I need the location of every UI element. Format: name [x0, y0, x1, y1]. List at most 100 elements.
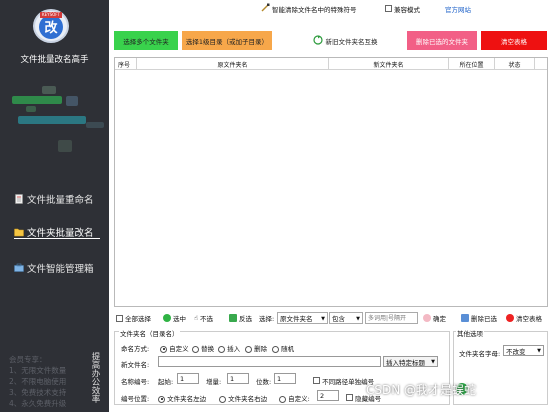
- clean-special-label: 智能清除文件名中的特殊符号: [272, 5, 357, 14]
- blurred-block: [66, 96, 78, 106]
- condition-select-value: 包含: [332, 315, 345, 323]
- clear-table-label: 清空表格: [516, 315, 542, 323]
- member-line: 1、无限文件数量: [9, 366, 67, 375]
- pos-right-radio[interactable]: 文件夹名右边: [219, 393, 267, 403]
- start-input[interactable]: 1: [177, 373, 199, 384]
- mode-random-radio[interactable]: 随机: [272, 343, 294, 353]
- invert-label: 反选: [239, 315, 252, 323]
- swap-names-label: 新旧文件夹名互换: [325, 37, 378, 46]
- clean-special-link[interactable]: 智能清除文件名中的特殊符号: [261, 3, 357, 14]
- other-options-title: 其他选项: [456, 328, 484, 338]
- blurred-block: [26, 106, 36, 112]
- check-icon: [163, 314, 171, 322]
- member-line: 2、不限电脑使用: [9, 377, 67, 386]
- select-label: 选中: [173, 315, 186, 323]
- invert-button[interactable]: 反选: [229, 312, 252, 324]
- mode-delete-radio[interactable]: 删除: [245, 343, 267, 353]
- confirm-icon: [423, 314, 431, 322]
- sidebar: 改 KEYSOFT 文件批量改名高手 文件批量重命名 文件夹批量改名 文件智能管…: [0, 0, 109, 412]
- checkbox-box: [385, 5, 392, 12]
- select-button[interactable]: 选中: [163, 312, 186, 324]
- unselect-label: 不选: [199, 315, 213, 323]
- nodup-checkbox[interactable]: 不同路径单独编号: [313, 376, 374, 386]
- website-link[interactable]: 官方网站: [445, 3, 471, 14]
- radio-icon: [279, 395, 286, 403]
- hand-icon: ☝: [194, 314, 198, 322]
- radio-icon: [245, 345, 252, 353]
- checkbox-box: [346, 394, 353, 401]
- folder-table[interactable]: 序号 原文件夹名 新文件夹名 所在位置 状态: [114, 57, 548, 307]
- nav-label: 文件夹批量改名: [27, 227, 94, 239]
- column-header[interactable]: 原文件夹名: [137, 58, 329, 70]
- select-all-checkbox[interactable]: 全部选择: [116, 312, 151, 324]
- blurred-block: [12, 96, 62, 104]
- pos-left-radio[interactable]: 文件夹名左边: [158, 393, 206, 403]
- start-label: 起始:: [158, 378, 174, 386]
- close-icon: [506, 314, 514, 322]
- new-name-input[interactable]: [158, 356, 381, 367]
- clear-table-small-button[interactable]: 清空表格: [506, 312, 542, 324]
- mode-label: 替换: [201, 345, 215, 353]
- mode-custom-radio[interactable]: 自定义: [160, 343, 189, 353]
- mode-insert-radio[interactable]: 插入: [218, 343, 240, 353]
- chevron-down-icon: ▼: [431, 359, 435, 365]
- mode-replace-radio[interactable]: 替换: [192, 343, 214, 353]
- checkbox-box: [116, 314, 123, 322]
- case-select[interactable]: 不改变 ▼: [503, 345, 544, 356]
- checkbox-box: [313, 377, 320, 384]
- radio-icon: [218, 345, 225, 353]
- compat-mode-checkbox[interactable]: 兼容模式: [385, 3, 420, 14]
- nav-file-rename[interactable]: 文件批量重命名: [14, 192, 104, 206]
- mode-label: 删除: [254, 345, 268, 353]
- keyword-input[interactable]: [365, 312, 418, 324]
- column-header[interactable]: 状态: [495, 58, 535, 70]
- delete-selected-small-button[interactable]: 删除已选: [461, 312, 497, 324]
- group-title: 文件夹名（目录名）: [119, 328, 180, 338]
- new-name-label: 新文件名:: [121, 361, 150, 369]
- insert-title-select[interactable]: 插入特定标题 ▼: [383, 356, 438, 367]
- folder-icon: [14, 227, 24, 237]
- mode-label: 自定义: [169, 345, 189, 353]
- insert-title-label: 插入特定标题: [386, 358, 425, 367]
- mode-label: 插入: [227, 345, 241, 353]
- nav-file-manager[interactable]: 文件智能管理箱: [14, 261, 104, 275]
- digits-input[interactable]: 1: [274, 373, 296, 384]
- custom-position-input[interactable]: 2: [317, 390, 339, 401]
- number-label: 名称编号:: [121, 378, 150, 386]
- position-label: 编号位置:: [121, 395, 150, 403]
- watermark: CSDN @我才是蜈蛇: [366, 383, 477, 397]
- compat-mode-label: 兼容模式: [394, 5, 420, 14]
- column-header[interactable]: 所在位置: [449, 58, 495, 70]
- clear-table-button[interactable]: 清空表格: [481, 31, 547, 50]
- select-all-label: 全部选择: [125, 315, 151, 323]
- column-header[interactable]: 新文件夹名: [329, 58, 449, 70]
- chevron-down-icon: ▼: [537, 348, 541, 354]
- select-subdirs-button[interactable]: 选择1级目录（或加子目录）: [182, 31, 272, 50]
- pos-label: 文件夹名左边: [167, 395, 207, 403]
- member-benefits: 会员专享： 1、无限文件数量 2、不限电脑使用 3、免费技术支持 4、永久免费升…: [9, 354, 79, 409]
- delete-icon: [461, 314, 469, 322]
- select-folders-button[interactable]: 选择多个文件夹: [114, 31, 178, 50]
- pos-custom-radio[interactable]: 自定义:: [279, 393, 310, 403]
- nav-folder-rename[interactable]: 文件夹批量改名: [14, 225, 100, 239]
- confirm-label: 确定: [433, 315, 446, 323]
- confirm-button[interactable]: 确定: [423, 312, 446, 324]
- delete-selected-button[interactable]: 删除已选的文件夹: [407, 31, 477, 50]
- chevron-down-icon: ▼: [321, 316, 325, 322]
- radio-icon: [272, 345, 279, 353]
- unselect-button[interactable]: ☝ 不选: [194, 312, 213, 324]
- brush-icon: [261, 3, 270, 14]
- blurred-block: [86, 122, 104, 128]
- member-line: 4、永久免费升级: [9, 399, 67, 408]
- radio-icon: [158, 395, 165, 403]
- increment-input[interactable]: 1: [227, 373, 249, 384]
- app-title: 文件批量改名高手: [20, 55, 89, 65]
- radio-icon: [192, 345, 199, 353]
- column-header[interactable]: 序号: [115, 58, 137, 70]
- swap-names-button[interactable]: 新旧文件夹名互换: [305, 31, 385, 50]
- invert-icon: [229, 314, 237, 322]
- delete-selected-label: 删除已选: [471, 315, 497, 323]
- field-select[interactable]: 原文件夹名 ▼: [277, 312, 328, 324]
- nav-label: 文件智能管理箱: [27, 264, 94, 275]
- condition-select[interactable]: 包含 ▼: [329, 312, 363, 324]
